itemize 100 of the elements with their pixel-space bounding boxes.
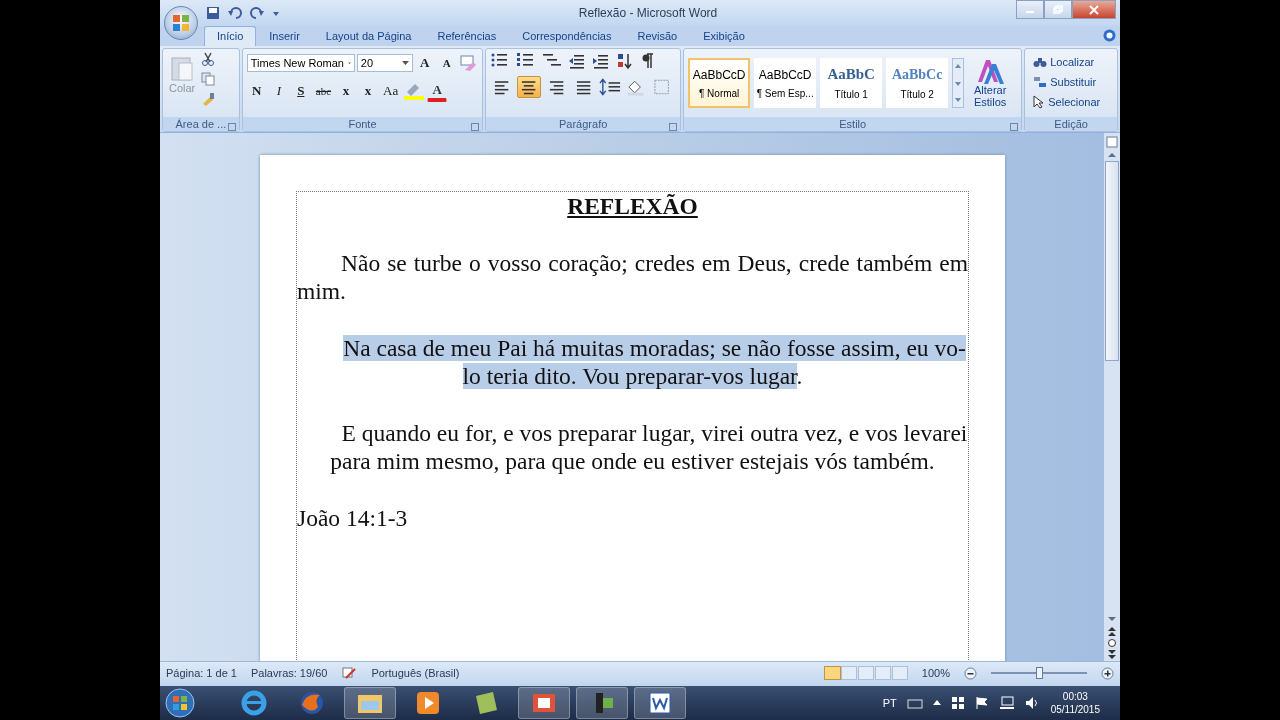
media-player-icon (415, 690, 441, 716)
align-icon (493, 78, 511, 96)
group-label: Fonte (348, 117, 377, 131)
dropdown-arrow-icon (401, 60, 409, 66)
show-hidden-icons-icon[interactable] (932, 700, 941, 706)
taskbar-clock[interactable]: 00:03 05/11/2015 (1050, 690, 1100, 716)
ribbon-tab[interactable]: Início (204, 26, 257, 46)
ribbon-tab[interactable]: Layout da Página (312, 26, 425, 46)
office-logo-icon (172, 14, 190, 32)
align-icon (520, 78, 538, 96)
edit-command-button[interactable]: Selecionar (1033, 92, 1113, 112)
ribbon-tab[interactable]: Inserir (256, 26, 313, 46)
input-language[interactable]: PT (882, 697, 897, 709)
proofing-icon[interactable] (341, 666, 358, 680)
style-name: ¶ Normal (698, 87, 740, 99)
flag-icon[interactable] (974, 696, 989, 710)
close-icon (1089, 4, 1099, 15)
zoom-in-icon[interactable] (1101, 666, 1114, 680)
window-title: Reflexão - Microsoft Word (577, 6, 719, 20)
font-size-field[interactable]: 20 (356, 54, 413, 72)
style-gallery-item[interactable]: AaBbCcD ¶ Normal (688, 58, 751, 108)
customize-arrow-icon[interactable] (272, 9, 280, 17)
document-title: REFLEXÃO (566, 192, 699, 221)
paragraph: João 14:1-3 (297, 503, 409, 532)
taskbar-app[interactable] (518, 687, 570, 719)
change-styles-button[interactable]: Alterar Estilos (968, 58, 1013, 108)
restore-icon (1053, 5, 1063, 14)
document-w-icon (646, 691, 674, 715)
group-label: Parágrafo (559, 117, 608, 131)
browse-object-icon[interactable] (1105, 637, 1119, 649)
pointer-icon (1033, 95, 1046, 109)
ribbon-tab[interactable]: Exibição (690, 26, 758, 46)
vertical-scrollbar[interactable] (1104, 133, 1120, 661)
bold-button[interactable]: N (246, 80, 267, 102)
browser-e-icon (240, 689, 268, 717)
zoom-slider-thumb[interactable] (1036, 667, 1043, 679)
edit-command-button[interactable]: Substituir (1033, 72, 1113, 92)
align-icon (574, 78, 593, 96)
font-name-field[interactable]: Times New Roman (246, 54, 355, 72)
style-name: Título 1 (834, 89, 868, 100)
globe-fox-icon (298, 689, 326, 717)
line-spacing-icon[interactable] (599, 78, 623, 96)
italic-button[interactable]: I (268, 80, 289, 102)
presentation-icon (530, 691, 558, 715)
font-color-button[interactable]: A (427, 80, 448, 102)
help-icon[interactable] (1103, 29, 1116, 42)
restore-button[interactable] (1044, 0, 1072, 19)
gallery-scroll-icon[interactable] (952, 58, 965, 108)
scissors-icon[interactable] (201, 52, 216, 66)
paragraph: Na casa de meu Pai há muitas moradas; se não fosse assim, eu vo-lo teria dito. Vou preparar-vos lugar. (342, 333, 967, 391)
close-button[interactable] (1072, 0, 1116, 19)
paragraph: E quando eu for, e vos preparar lugar, virei outra vez, e vos levarei para mim mesmo, para que onde eu estiver estejais vós também. (329, 418, 968, 476)
zoom-level[interactable]: 100% (921, 667, 950, 679)
grow-font-button[interactable]: A (414, 52, 435, 74)
change-styles-icon (976, 58, 1005, 84)
group-label: Edição (1054, 117, 1088, 131)
binoculars-icon (1033, 56, 1048, 68)
style-gallery-item[interactable]: AaBbCcD ¶ Sem Esp... (754, 58, 817, 108)
style-gallery-item[interactable]: AaBbCc Título 2 (886, 58, 949, 108)
style-sample: AaBbCcD (692, 67, 746, 82)
ruler-toggle-icon[interactable] (1105, 133, 1119, 149)
ribbon-tab[interactable]: Correspondências (509, 26, 625, 46)
decrease-indent-icon[interactable] (568, 52, 587, 70)
windows-logo-icon[interactable] (950, 696, 965, 710)
increase-indent-icon[interactable] (592, 52, 611, 70)
edit-command-button[interactable]: Localizar (1033, 52, 1113, 72)
taskbar-app[interactable] (634, 687, 686, 719)
word-count[interactable]: Palavras: 19/60 (250, 667, 328, 679)
strikethrough-button[interactable]: abc (312, 80, 335, 102)
change-case-button[interactable]: Aa (380, 80, 402, 102)
start-button-icon[interactable] (164, 687, 196, 719)
minimize-button[interactable] (1016, 0, 1044, 19)
align-button[interactable] (517, 76, 541, 98)
group-label: Estilo (839, 117, 867, 131)
ribbon-tab[interactable]: Referências (424, 26, 510, 46)
network-icon[interactable] (998, 696, 1015, 710)
redo-icon[interactable] (250, 6, 264, 20)
ribbon-tab[interactable]: Revisão (624, 26, 691, 46)
sort-icon[interactable] (616, 52, 635, 70)
underline-button[interactable]: S (290, 80, 311, 102)
page-count[interactable]: Página: 1 de 1 (166, 667, 237, 679)
style-name: ¶ Sem Esp... (756, 87, 814, 99)
format-painter-icon[interactable] (201, 92, 216, 106)
style-sample: AaBbC (827, 66, 875, 83)
undo-icon[interactable] (228, 6, 242, 20)
replace-icon (1033, 76, 1048, 88)
superscript-button[interactable]: x (358, 80, 379, 102)
copy-icon[interactable] (201, 72, 216, 86)
office-button[interactable] (164, 6, 198, 40)
align-icon (547, 78, 565, 96)
taskbar-app[interactable] (576, 687, 628, 719)
save-icon[interactable] (206, 6, 220, 20)
subscript-button[interactable]: x (336, 80, 357, 102)
keyboard-icon[interactable] (906, 697, 923, 709)
scroll-thumb[interactable] (1105, 161, 1119, 361)
shrink-font-button[interactable]: A (436, 52, 457, 74)
style-sample: AaBbCc (891, 66, 943, 83)
language-status[interactable]: Português (Brasil) (371, 667, 460, 679)
style-gallery-item[interactable]: AaBbC Título 1 (820, 58, 883, 108)
zoom-out-icon[interactable] (964, 666, 977, 680)
